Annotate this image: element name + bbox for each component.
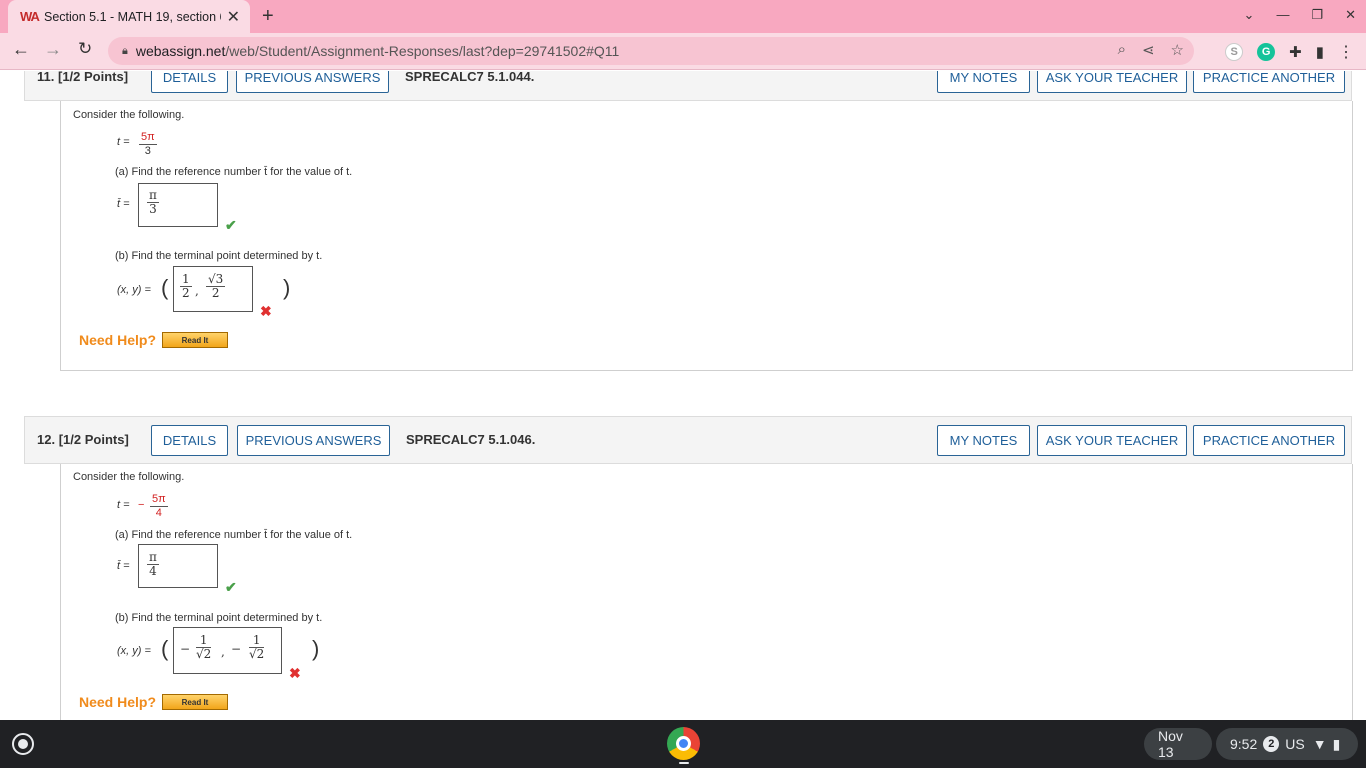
comma-separator: , (221, 645, 225, 659)
share-icon[interactable]: ⋖ (1142, 41, 1155, 59)
y-fraction: 1 √2 (249, 633, 265, 661)
date-label: Nov 13 (1158, 728, 1183, 760)
my-notes-button[interactable]: MY NOTES (937, 425, 1030, 456)
x-fraction: 1 √2 (196, 633, 212, 661)
part-a-prompt: (a) Find the reference number t̄ for the… (115, 529, 353, 541)
back-icon[interactable]: ← (12, 39, 30, 60)
menu-kebab-icon[interactable]: ⋮ (1338, 42, 1354, 62)
close-paren: ) (283, 275, 291, 300)
webassign-logo-icon: WA (20, 9, 40, 24)
lock-icon: 🔒︎ (122, 44, 128, 57)
close-window-icon[interactable]: ✕ (1345, 7, 1356, 23)
tab-search-icon[interactable]: ⌄ (1244, 7, 1255, 23)
t-value-fraction: 5π 4 (150, 493, 168, 519)
open-paren: ( (161, 636, 169, 661)
question-11-header: 11. [1/2 Points] DETAILS PREVIOUS ANSWER… (24, 71, 1352, 101)
question-12-number: 12. [1/2 Points] (37, 432, 129, 447)
read-it-button[interactable]: Read It (162, 694, 228, 710)
reload-icon[interactable]: ↻ (78, 39, 92, 59)
url-path: /web/Student/Assignment-Responses/last?d… (225, 43, 620, 59)
active-app-indicator (679, 762, 689, 764)
incorrect-x-icon: ✖ (260, 303, 272, 319)
correct-check-icon: ✔ (225, 217, 237, 233)
ask-your-teacher-button[interactable]: ASK YOUR TEACHER (1037, 425, 1187, 456)
tab-strip: WA Section 5.1 - MATH 19, section 6 ✕ + … (0, 0, 1366, 33)
details-button[interactable]: DETAILS (151, 425, 228, 456)
launcher-icon[interactable] (12, 733, 34, 755)
locale-label: US (1285, 736, 1305, 752)
my-notes-button[interactable]: MY NOTES (937, 71, 1030, 93)
y-fraction: √3 2 (206, 272, 226, 300)
date-pill[interactable]: Nov 13 (1144, 728, 1212, 760)
status-tray[interactable]: 9:52 2 US ▼ ▮ (1216, 728, 1358, 760)
part-a-answer-fraction: π 4 (147, 550, 159, 578)
question-11-number: 11. [1/2 Points] (37, 71, 129, 84)
t-label: t = (117, 136, 130, 148)
incorrect-x-icon: ✖ (289, 665, 301, 681)
side-panel-icon[interactable]: ▮ (1316, 43, 1324, 61)
tbar-label: t̄ = (117, 560, 130, 572)
grammarly-icon[interactable]: G (1257, 43, 1276, 61)
os-shelf: Nov 13 9:52 2 US ▼ ▮ (0, 720, 1366, 768)
close-paren: ) (312, 636, 320, 661)
x-sign: − (180, 642, 191, 656)
minimize-icon[interactable]: — (1276, 7, 1289, 23)
previous-answers-button[interactable]: PREVIOUS ANSWERS (236, 71, 389, 93)
question-12-header: 12. [1/2 Points] DETAILS PREVIOUS ANSWER… (24, 416, 1352, 464)
xy-label: (x, y) = (117, 284, 151, 296)
chrome-app-icon[interactable] (667, 727, 700, 760)
part-b-prompt: (b) Find the terminal point determined b… (115, 250, 323, 262)
question-intro: Consider the following. (73, 471, 185, 483)
previous-answers-button[interactable]: PREVIOUS ANSWERS (237, 425, 390, 456)
need-help-label: Need Help? (79, 332, 157, 348)
t-value-fraction: 5π 3 (139, 131, 157, 157)
browser-toolbar: ← → ↻ 🔒︎ webassign.net /web/Student/Assi… (0, 33, 1366, 70)
question-code: SPRECALC7 5.1.046. (406, 432, 536, 447)
details-button[interactable]: DETAILS (151, 71, 228, 93)
need-help-label: Need Help? (79, 694, 157, 710)
wifi-icon: ▼ (1312, 736, 1327, 752)
tab-title: Section 5.1 - MATH 19, section 6 (44, 9, 221, 24)
part-a-answer-box[interactable]: π 4 (138, 544, 218, 588)
notification-count-badge: 2 (1263, 736, 1280, 752)
question-11-body: Consider the following. t = 5π 3 (a) Fin… (60, 101, 1353, 371)
url-host: webassign.net (135, 43, 226, 59)
part-a-prompt: (a) Find the reference number t̄ for the… (115, 166, 353, 178)
s-extension-icon[interactable]: S (1225, 43, 1244, 61)
read-it-button[interactable]: Read It (162, 332, 228, 348)
t-label: t = (117, 499, 130, 511)
clock-label: 9:52 (1230, 736, 1258, 752)
correct-check-icon: ✔ (225, 579, 237, 595)
part-a-answer-fraction: π 3 (147, 188, 159, 216)
part-b-answer-box[interactable]: 1 2 , √3 2 (173, 266, 253, 312)
t-sign: − (138, 499, 145, 511)
x-fraction: 1 2 (180, 272, 192, 300)
part-b-prompt: (b) Find the terminal point determined b… (115, 612, 323, 624)
extensions-puzzle-icon[interactable]: ✚ (1289, 43, 1302, 61)
forward-icon[interactable]: → (44, 39, 62, 60)
assignment-page: 11. [1/2 Points] DETAILS PREVIOUS ANSWER… (0, 71, 1366, 720)
new-tab-icon[interactable]: + (262, 5, 274, 28)
question-code: SPRECALC7 5.1.044. (405, 71, 535, 84)
y-sign: − (231, 642, 242, 656)
restore-icon[interactable]: ❐ (1311, 7, 1323, 23)
bookmark-star-icon[interactable]: ☆ (1171, 41, 1184, 59)
part-b-answer-box[interactable]: − 1 √2 , − 1 √2 (173, 627, 282, 674)
practice-another-button[interactable]: PRACTICE ANOTHER (1193, 71, 1345, 93)
open-paren: ( (161, 275, 169, 300)
xy-label: (x, y) = (117, 645, 151, 657)
ask-your-teacher-button[interactable]: ASK YOUR TEACHER (1037, 71, 1187, 93)
practice-another-button[interactable]: PRACTICE ANOTHER (1193, 425, 1345, 456)
tbar-label: t̄ = (117, 198, 130, 210)
close-tab-icon[interactable]: ✕ (227, 7, 240, 27)
battery-icon: ▮ (1332, 735, 1341, 752)
question-intro: Consider the following. (73, 109, 185, 121)
question-12-body: Consider the following. t = − 5π 4 (a) F… (60, 464, 1353, 720)
browser-tab[interactable]: WA Section 5.1 - MATH 19, section 6 ✕ (8, 0, 250, 33)
comma-separator: , (195, 284, 199, 298)
address-bar[interactable]: 🔒︎ webassign.net /web/Student/Assignment… (108, 37, 1194, 65)
zoom-icon[interactable]: ⌕ (1118, 41, 1126, 59)
part-a-answer-box[interactable]: π 3 (138, 183, 218, 227)
